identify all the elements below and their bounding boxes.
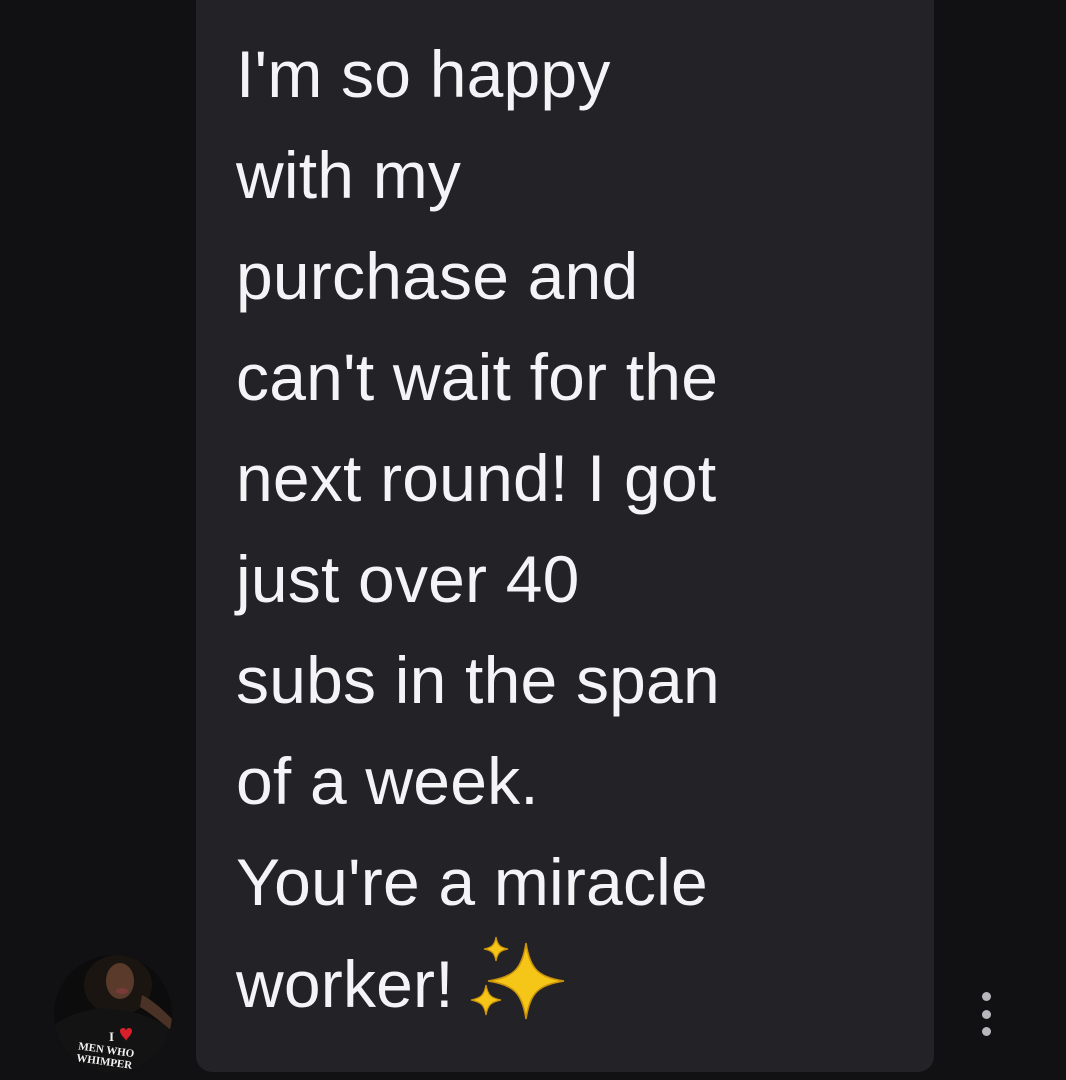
- message-line-text: worker!: [236, 947, 454, 1021]
- avatar-image: I MEN WHO WHIMPER: [54, 955, 172, 1073]
- message-line: next round! I got: [236, 441, 717, 515]
- message-line: of a week.: [236, 744, 539, 818]
- message-line: just over 40: [236, 542, 580, 616]
- message-line-last: worker!: [236, 933, 916, 1035]
- avatar-shirt-text: I: [109, 1029, 114, 1044]
- message-text: I'm so happy with my purchase and can't …: [236, 24, 916, 1035]
- avatar[interactable]: I MEN WHO WHIMPER: [54, 955, 172, 1073]
- message-line: You're a miracle: [236, 845, 708, 919]
- more-vertical-icon[interactable]: [972, 992, 1000, 1036]
- message-line: purchase and: [236, 239, 639, 313]
- chat-area: I'm so happy with my purchase and can't …: [0, 0, 1066, 1080]
- message-bubble[interactable]: I'm so happy with my purchase and can't …: [196, 0, 934, 1072]
- message-line: can't wait for the: [236, 340, 719, 414]
- sparkles-icon: [468, 933, 572, 1025]
- more-dot: [981, 1027, 991, 1036]
- more-dot: [981, 1009, 991, 1019]
- message-line: I'm so happy: [236, 37, 611, 111]
- message-line: with my: [236, 138, 462, 212]
- message-line: subs in the span: [236, 643, 720, 717]
- more-dot: [981, 992, 991, 1001]
